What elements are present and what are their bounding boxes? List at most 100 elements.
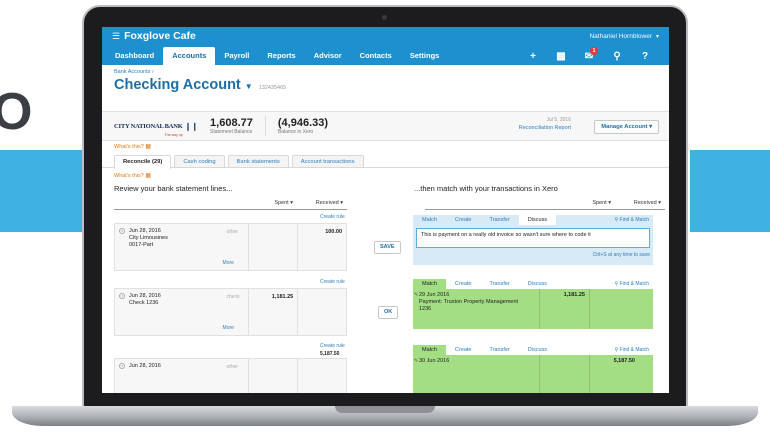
nav-advisor[interactable]: Advisor xyxy=(305,47,351,65)
reconciliation-info: Jul 5, 2016 Reconciliation Report xyxy=(519,117,571,131)
laptop-lid: ☰ Foxglove Cafe Nathaniel Hornblower ▾ D… xyxy=(82,5,688,409)
received-header-label: Received xyxy=(633,200,657,206)
whats-this-link[interactable]: What's this? ▦ xyxy=(102,141,669,153)
discuss-tab[interactable]: Discuss xyxy=(518,215,557,225)
user-menu[interactable]: Nathaniel Hornblower xyxy=(589,33,652,40)
received-column-header[interactable]: Received ▾ xyxy=(297,196,347,209)
ok-button[interactable]: OK xyxy=(378,306,399,319)
find-match-link[interactable]: ⚲ Find & Match xyxy=(614,215,653,225)
whats-this-link[interactable]: What's this? ▦ xyxy=(102,170,669,182)
match-tab[interactable]: Match xyxy=(413,279,446,289)
reconciliation-date: Jul 5, 2016 xyxy=(546,117,571,123)
remove-icon[interactable]: × xyxy=(119,228,125,234)
search-icon[interactable]: ⚲ xyxy=(603,51,631,62)
help-icon[interactable]: ? xyxy=(631,51,659,62)
bank-logo-icon: ❙❙ xyxy=(184,121,199,131)
transfer-tab[interactable]: Transfer xyxy=(481,215,519,225)
nav-settings[interactable]: Settings xyxy=(401,47,449,65)
save-button[interactable]: SAVE xyxy=(374,241,401,254)
spent-header-label: Spent xyxy=(592,200,607,206)
whats-this-label: What's this? xyxy=(114,173,144,179)
nav-reports[interactable]: Reports xyxy=(258,47,304,65)
right-heading: ...then match with your transactions in … xyxy=(414,184,558,193)
transfer-tab[interactable]: Transfer xyxy=(481,279,519,289)
bank-logo: CITY NATIONAL BANK The way up xyxy=(114,115,183,137)
nav-dashboard[interactable]: Dashboard xyxy=(106,47,163,65)
statement-balance-value: 1,608.77 xyxy=(210,117,253,129)
tab-bank-statements[interactable]: Bank statements xyxy=(227,155,289,167)
find-match-label: Find & Match xyxy=(619,281,649,287)
tab-reconcile[interactable]: Reconcile (29) xyxy=(114,155,172,169)
statement-spent xyxy=(248,224,297,270)
spent-column-header[interactable]: Spent ▾ xyxy=(565,196,615,209)
account-summary: CITY NATIONAL BANK The way up ❙❙ 1,608.7… xyxy=(102,111,669,141)
more-link[interactable]: More xyxy=(223,325,234,331)
match-panel: Match Create Transfer Discuss ⚲ Find & M… xyxy=(413,215,653,267)
statement-ref: 0017-Part xyxy=(129,242,154,248)
notifications-icon[interactable]: ✉ 1 xyxy=(575,46,603,62)
find-match-link[interactable]: ⚲ Find & Match xyxy=(614,345,653,355)
tab-bar: Reconcile (29) Cash coding Bank statemen… xyxy=(102,155,669,169)
page-header: Bank Accounts › Checking Account ▼ 13243… xyxy=(102,65,669,111)
matched-transaction[interactable]: ✎ 29 Jun 2016 Payment: Truxton Property … xyxy=(413,289,653,329)
match-tab[interactable]: Match xyxy=(413,345,446,355)
find-match-link[interactable]: ⚲ Find & Match xyxy=(614,279,653,289)
create-tab[interactable]: Create xyxy=(446,345,481,355)
match-ref: 1236 xyxy=(419,306,432,312)
match-spent xyxy=(539,355,589,393)
org-name[interactable]: Foxglove Cafe xyxy=(124,30,196,42)
statement-type: check xyxy=(226,294,240,300)
spent-column-header[interactable]: Spent ▾ xyxy=(247,196,297,209)
discuss-textarea[interactable]: This is payment on a really old invoice … xyxy=(416,228,650,248)
laptop-notch xyxy=(335,406,435,413)
pin-icon: ✎ xyxy=(414,292,419,298)
spent-header-label: Spent xyxy=(274,200,289,206)
matched-transaction[interactable]: ✎ 30 Jun 2016 5,187.50 xyxy=(413,355,653,393)
menu-icon[interactable]: ☰ xyxy=(112,31,120,42)
remove-icon[interactable]: × xyxy=(119,363,125,369)
column-headers: Spent ▾ Received ▾ Spent ▾ Received ▾ xyxy=(102,196,669,210)
more-link[interactable]: More xyxy=(223,260,234,266)
create-rule-link[interactable]: Create rule xyxy=(320,214,345,220)
help-popup-icon: ▦ xyxy=(145,144,151,150)
tab-account-transactions[interactable]: Account transactions xyxy=(291,155,364,167)
statement-spent xyxy=(248,359,297,393)
add-icon[interactable]: + xyxy=(519,51,547,62)
create-rule-link[interactable]: Create rule xyxy=(320,343,345,349)
statement-spent: 1,181.25 xyxy=(248,289,297,335)
pin-icon: ✎ xyxy=(414,358,419,364)
help-popup-icon: ▦ xyxy=(145,173,151,179)
camera-icon xyxy=(382,15,387,20)
chevron-down-icon[interactable]: ▾ xyxy=(656,33,659,40)
statement-date: Jun 28, 2016 xyxy=(129,363,161,369)
statement-date: Jun 28, 2016 xyxy=(129,293,161,299)
match-panel: Match Create Transfer Discuss ⚲ Find & M… xyxy=(413,345,653,393)
transfer-tab[interactable]: Transfer xyxy=(481,345,519,355)
find-match-label: Find & Match xyxy=(619,217,649,223)
remove-icon[interactable]: × xyxy=(119,293,125,299)
chevron-down-icon[interactable]: ▼ xyxy=(245,82,253,91)
reconciliation-report-link[interactable]: Reconciliation Report xyxy=(519,125,571,131)
nav-payroll[interactable]: Payroll xyxy=(215,47,258,65)
breadcrumb[interactable]: Bank Accounts › xyxy=(114,69,657,75)
statement-received: 5,187.50 xyxy=(320,351,340,357)
statement-received xyxy=(297,289,346,335)
folder-icon[interactable]: ▩ xyxy=(547,51,575,62)
nav-accounts[interactable]: Accounts xyxy=(163,47,216,65)
nav-contacts[interactable]: Contacts xyxy=(351,47,401,65)
save-shortcut-hint: Ctrl+S at any time to save xyxy=(592,252,650,258)
create-rule-link[interactable]: Create rule xyxy=(320,279,345,285)
match-date: 29 Jun 2016 xyxy=(419,292,450,298)
find-match-label: Find & Match xyxy=(619,347,649,353)
discuss-tab[interactable]: Discuss xyxy=(519,345,556,355)
discuss-tab[interactable]: Discuss xyxy=(519,279,556,289)
create-tab[interactable]: Create xyxy=(446,279,481,289)
match-tab[interactable]: Match xyxy=(413,215,446,225)
page-title[interactable]: Checking Account xyxy=(114,77,241,93)
statement-line: × Jun 28, 2016 Check 1236 check More 1,18… xyxy=(114,288,347,336)
tab-cash-coding[interactable]: Cash coding xyxy=(174,155,225,167)
manage-account-button[interactable]: Manage Account ▾ xyxy=(594,120,659,134)
received-column-header[interactable]: Received ▾ xyxy=(615,196,665,209)
create-tab[interactable]: Create xyxy=(446,215,481,225)
statement-type: other xyxy=(226,229,238,235)
